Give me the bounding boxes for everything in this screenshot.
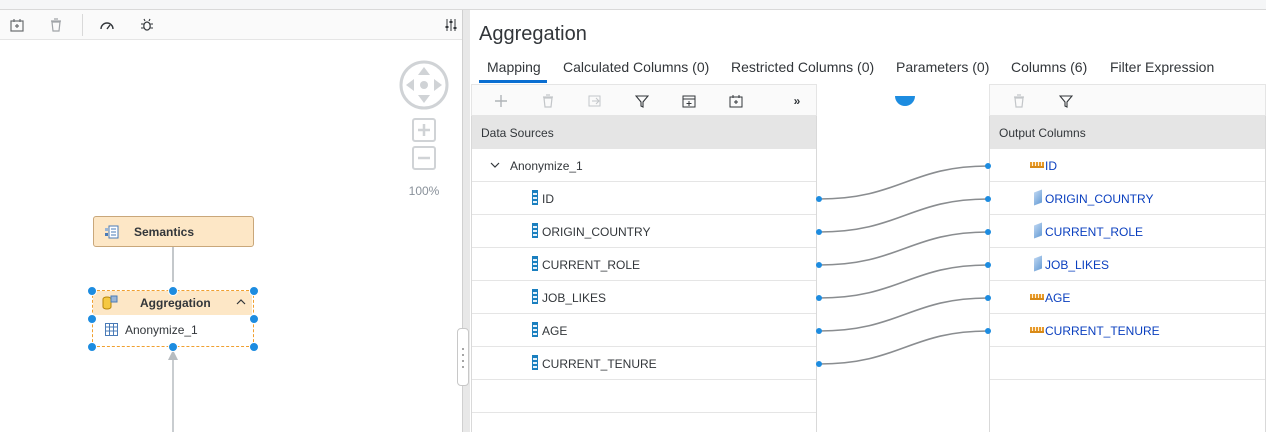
source-column-row[interactable]: ID [472,182,816,215]
attribute-icon [1034,222,1042,239]
source-column-row[interactable]: CURRENT_ROLE [472,248,816,281]
column-icon [532,256,538,271]
add-calculated-icon[interactable] [727,92,745,110]
auto-map-indicator-icon[interactable] [895,96,915,106]
column-icon [532,190,538,205]
output-columns-toolbar [989,84,1266,116]
tab-mapping[interactable]: Mapping [487,59,541,75]
resize-handle[interactable] [249,314,259,324]
page-title: Aggregation [479,23,587,45]
aggregation-source-label: Anonymize_1 [125,323,198,337]
map-to-output-icon[interactable] [586,92,604,110]
column-icon [532,223,538,238]
add-icon[interactable] [492,92,510,110]
resize-handle[interactable] [87,286,97,296]
splitter-grip[interactable] [457,328,469,386]
semantics-node[interactable]: Semantics [93,216,254,247]
resize-handle[interactable] [168,286,178,296]
output-column-row[interactable]: CURRENT_TENURE [990,314,1265,347]
active-tab-indicator [479,80,547,83]
column-icon [532,322,538,337]
resize-handle[interactable] [87,314,97,324]
delete-icon[interactable] [1010,92,1028,110]
aggregation-icon [101,294,119,317]
tab-calculated-columns[interactable]: Calculated Columns (0) [563,59,709,75]
source-column-row[interactable]: ORIGIN_COUNTRY [472,215,816,248]
expand-chevron-icon[interactable] [489,159,501,174]
semantics-label: Semantics [134,225,195,239]
measure-icon [1030,294,1044,300]
tab-columns[interactable]: Columns (6) [1011,59,1087,75]
add-column-icon[interactable] [680,92,698,110]
empty-row [472,380,816,413]
output-column-row[interactable]: ID [990,149,1265,182]
resize-handle[interactable] [249,342,259,352]
output-columns-list: ID ORIGIN_COUNTRY CURRENT_ROLE JOB_LIKES… [989,149,1266,432]
output-column-row[interactable]: JOB_LIKES [990,248,1265,281]
source-column-row[interactable]: AGE [472,314,816,347]
top-strip [0,0,1266,10]
resize-handle[interactable] [249,286,259,296]
collapse-chevron-icon[interactable] [235,295,247,313]
overflow-chevron-icon[interactable]: » [788,92,806,110]
measure-icon [1030,327,1044,333]
column-icon [532,289,538,304]
tab-restricted-columns[interactable]: Restricted Columns (0) [731,59,874,75]
filter-icon[interactable] [633,92,651,110]
source-column-row[interactable]: CURRENT_TENURE [472,347,816,380]
table-icon [105,323,118,339]
details-panel: Aggregation Mapping Calculated Columns (… [470,10,1266,432]
aggregation-source-row[interactable]: Anonymize_1 [93,318,252,342]
aggregation-node[interactable]: Aggregation Anonymize_1 [92,290,254,347]
attribute-icon [1034,189,1042,206]
detail-tabs: Mapping Calculated Columns (0) Restricte… [470,56,1266,83]
resize-handle[interactable] [87,342,97,352]
semantics-icon [104,224,120,243]
output-columns-header: Output Columns [989,116,1266,149]
connect-handle[interactable] [168,342,178,352]
data-sources-tree: Anonymize_1 ID ORIGIN_COUNTRY CURRENT_RO… [471,149,817,432]
output-column-row[interactable]: AGE [990,281,1265,314]
data-sources-header: Data Sources [471,116,817,149]
graph-editor-panel: 100% Semantics Aggregation Anonymize_1 [0,10,462,432]
aggregation-label: Aggregation [140,296,211,310]
tab-parameters[interactable]: Parameters (0) [896,59,989,75]
tree-group-row[interactable]: Anonymize_1 [472,149,816,182]
attribute-icon [1034,255,1042,272]
data-sources-toolbar: » [471,84,817,116]
empty-row [990,347,1265,380]
output-column-row[interactable]: CURRENT_ROLE [990,215,1265,248]
delete-icon[interactable] [539,92,557,110]
measure-icon [1030,162,1044,168]
tab-filter-expression[interactable]: Filter Expression [1110,59,1214,75]
source-column-row[interactable]: JOB_LIKES [472,281,816,314]
column-icon [532,355,538,370]
output-column-row[interactable]: ORIGIN_COUNTRY [990,182,1265,215]
filter-icon[interactable] [1057,92,1075,110]
